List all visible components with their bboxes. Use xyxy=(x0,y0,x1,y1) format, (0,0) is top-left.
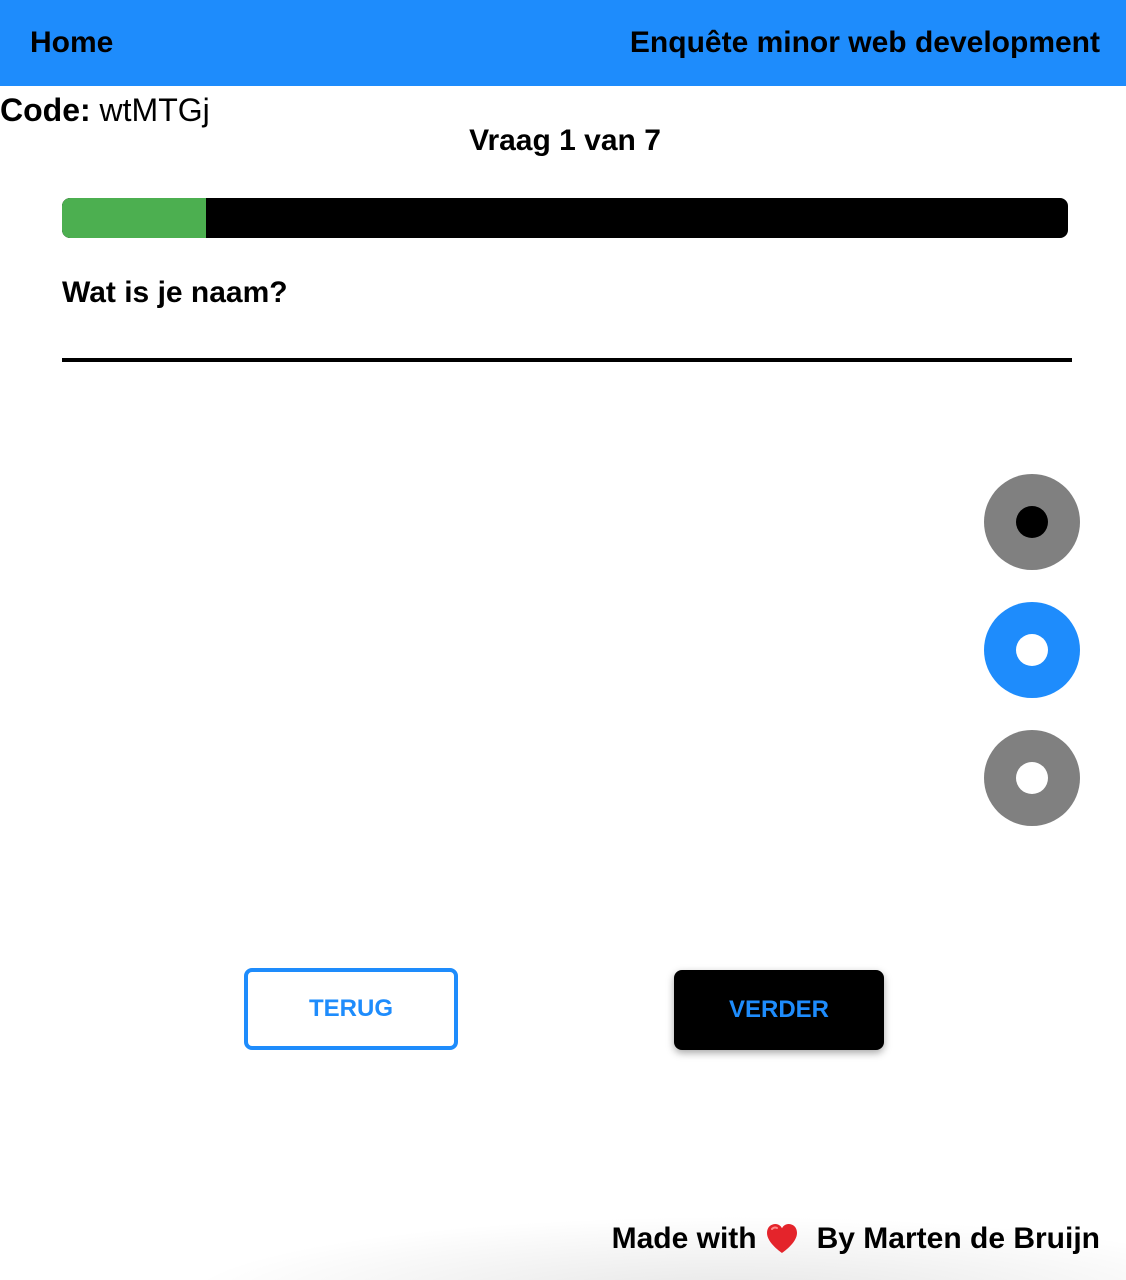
question-nav-dot-1[interactable] xyxy=(984,474,1080,570)
dot-2-center xyxy=(1016,634,1048,666)
progress-bar-fill xyxy=(62,198,206,238)
question-label: Wat is je naam? xyxy=(62,276,288,309)
site-title: Enquête minor web development xyxy=(629,26,1100,59)
footer: Made with By Marten de Bruijn xyxy=(0,1180,1126,1280)
name-input[interactable] xyxy=(62,312,1072,362)
dot-3-center xyxy=(1016,762,1048,794)
author-text: By Marten de Bruijn xyxy=(816,1222,1100,1255)
made-with-text: Made with xyxy=(611,1222,757,1255)
home-link[interactable]: Home xyxy=(30,26,113,60)
question-counter: Vraag 1 van 7 xyxy=(0,124,1126,158)
code-value: wtMTGj xyxy=(99,92,210,128)
top-navigation-bar: Home Enquête minor web development xyxy=(0,0,1126,86)
next-button[interactable]: VERDER xyxy=(674,970,884,1050)
footer-credits: Made with By Marten de Bruijn xyxy=(612,1222,1100,1256)
dot-1-center xyxy=(1016,506,1048,538)
heart-icon xyxy=(766,1224,797,1253)
back-button[interactable]: TERUG xyxy=(244,968,458,1050)
question-nav-dot-2[interactable] xyxy=(984,602,1080,698)
survey-page: Home Enquête minor web development Code:… xyxy=(0,0,1126,1280)
code-label: Code: xyxy=(0,92,91,128)
progress-bar xyxy=(62,198,1068,238)
question-counter-text: Vraag 1 van 7 xyxy=(469,124,661,157)
question-nav-dot-3[interactable] xyxy=(984,730,1080,826)
